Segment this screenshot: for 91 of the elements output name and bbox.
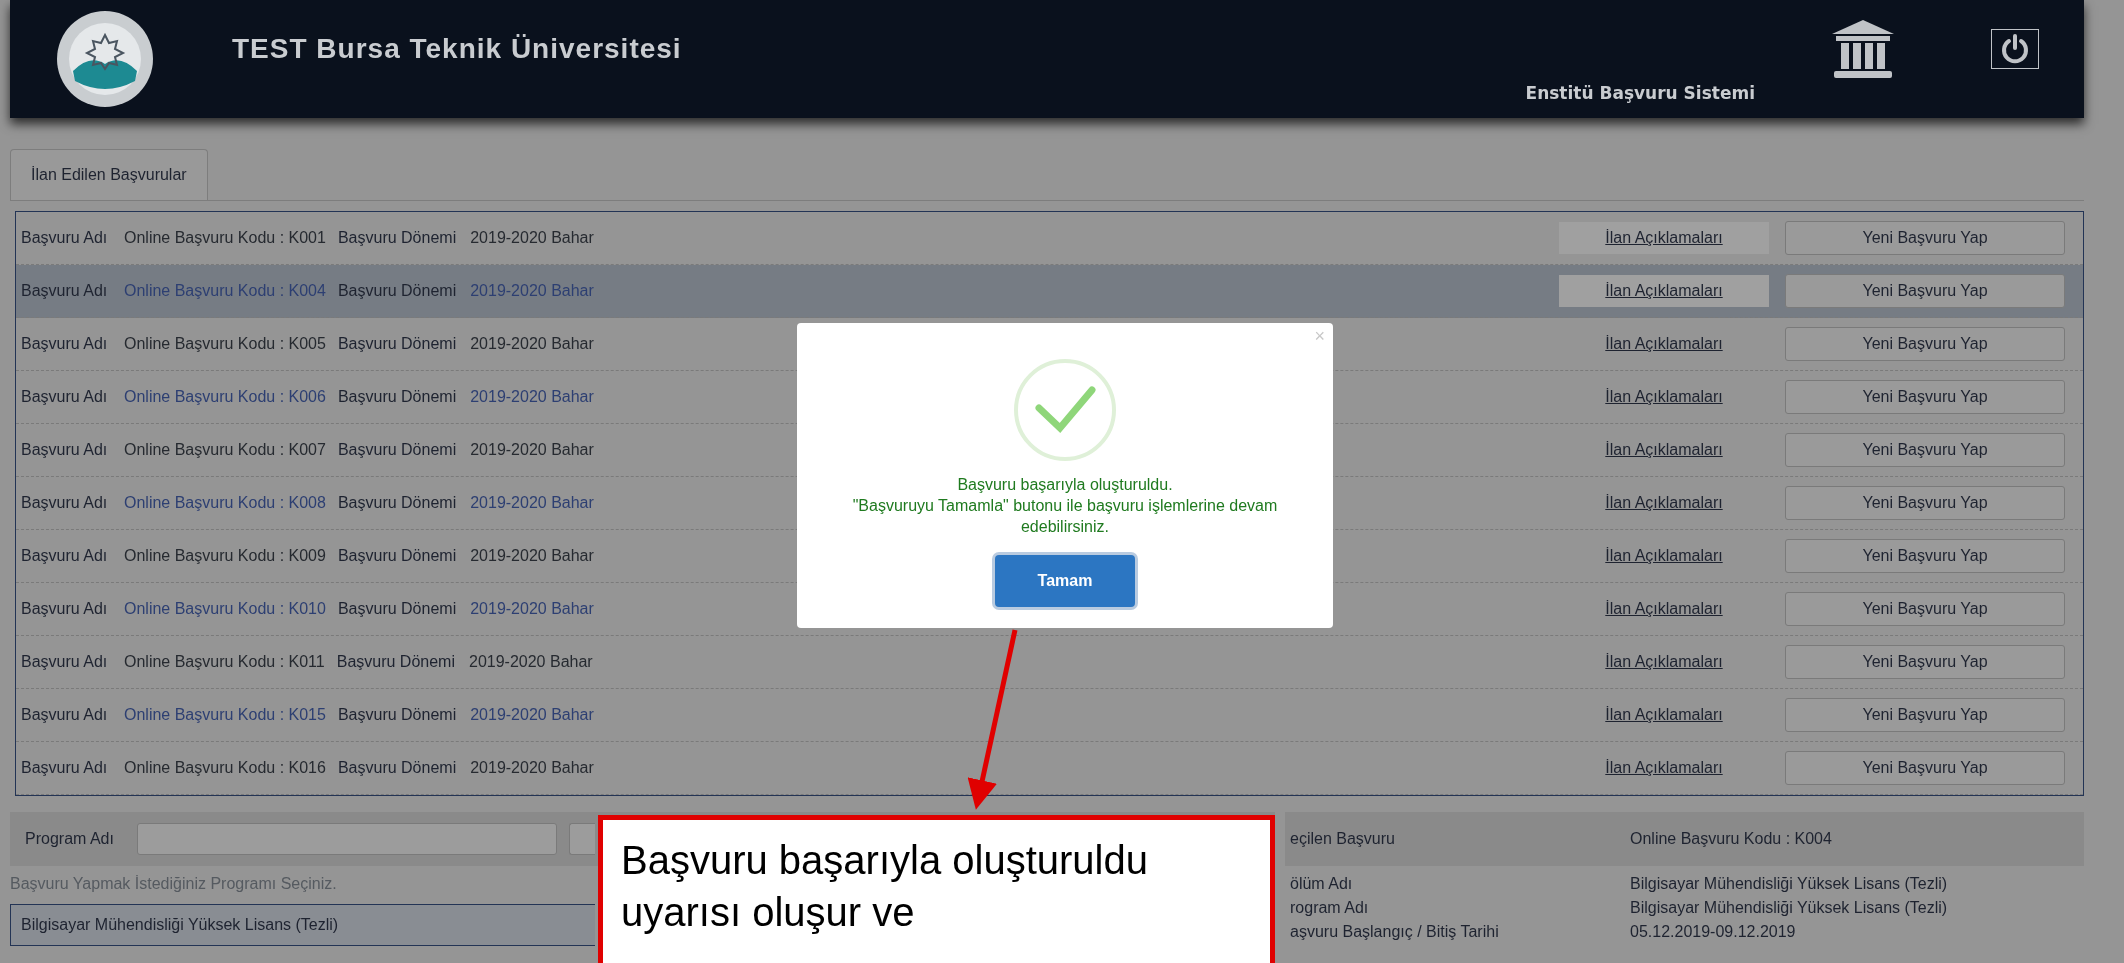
new-application-button[interactable]: Yeni Başvuru Yap (1785, 274, 2065, 308)
system-subtitle: Enstitü Başvuru Sistemi (1525, 81, 1755, 105)
announcement-link[interactable]: İlan Açıklamaları (1559, 381, 1769, 413)
program-hint: Başvuru Yapmak İstediğiniz Programı Seçiniz. (10, 874, 338, 894)
new-application-button[interactable]: Yeni Başvuru Yap (1785, 327, 2065, 361)
power-button[interactable] (1991, 29, 2039, 69)
period-value: 2019-2020 Bahar (470, 440, 594, 460)
new-application-button[interactable]: Yeni Başvuru Yap (1785, 645, 2065, 679)
field-label: aşvuru Başlangıç / Bitiş Tarihi (1290, 922, 1500, 942)
site-title: TEST Bursa Teknik Üniversitesi (232, 32, 682, 66)
name-label: Başvuru Adı (21, 652, 109, 672)
program-name-field[interactable] (137, 823, 557, 855)
field-value: Bilgisayar Mühendisliği Yüksek Lisans (Tezli) (1630, 898, 1948, 918)
callout-text: Başvuru başarıyla oluşturuldu (621, 837, 1148, 884)
name-label: Başvuru Adı (21, 440, 109, 460)
program-list-item[interactable]: Bilgisayar Mühendisliği Yüksek Lisans (Tezli) (11, 905, 595, 945)
period-label: Başvuru Dönemi (337, 599, 457, 619)
announcement-link[interactable]: İlan Açıklamaları (1559, 646, 1769, 678)
application-code: Online Başvuru Kodu : K010 (124, 599, 326, 619)
application-code: Online Başvuru Kodu : K005 (124, 334, 326, 354)
name-label: Başvuru Adı (21, 334, 109, 354)
new-application-button[interactable]: Yeni Başvuru Yap (1785, 221, 2065, 255)
period-value: 2019-2020 Bahar (470, 758, 594, 778)
period-value: 2019-2020 Bahar (470, 546, 594, 566)
period-label: Başvuru Dönemi (337, 493, 457, 513)
period-label: Başvuru Dönemi (337, 281, 457, 301)
application-code: Online Başvuru Kodu : K015 (124, 705, 326, 725)
new-application-button[interactable]: Yeni Başvuru Yap (1785, 592, 2065, 626)
field-label: ölüm Adı (1290, 874, 1354, 894)
new-application-button[interactable]: Yeni Başvuru Yap (1785, 751, 2065, 785)
period-label: Başvuru Dönemi (337, 387, 457, 407)
institution-building-icon (1830, 18, 1896, 80)
name-label: Başvuru Adı (21, 228, 109, 248)
application-code: Online Başvuru Kodu : K004 (124, 281, 326, 301)
announcement-link[interactable]: İlan Açıklamaları (1559, 434, 1769, 466)
program-name-label: Program Adı (25, 829, 115, 849)
name-label: Başvuru Adı (21, 599, 109, 619)
university-logo-icon (55, 9, 155, 109)
announcement-link[interactable]: İlan Açıklamaları (1559, 540, 1769, 572)
announcement-link[interactable]: İlan Açıklamaları (1559, 699, 1769, 731)
new-application-button[interactable]: Yeni Başvuru Yap (1785, 539, 2065, 573)
application-code: Online Başvuru Kodu : K006 (124, 387, 326, 407)
application-row[interactable]: Başvuru Adı Online Başvuru Kodu : K004 Başvuru Dönemi 2019-2020 Bahar İlan Açıklamaları Yeni Başvuru Yap (16, 265, 2083, 318)
application-code: Online Başvuru Kodu : K001 (124, 228, 326, 248)
period-value: 2019-2020 Bahar (470, 493, 594, 513)
period-value: 2019-2020 Bahar (470, 281, 594, 301)
announcement-link[interactable]: İlan Açıklamaları (1559, 487, 1769, 519)
period-label: Başvuru Dönemi (337, 440, 457, 460)
announcement-link[interactable]: İlan Açıklamaları (1559, 222, 1769, 254)
period-label: Başvuru Dönemi (337, 546, 457, 566)
application-code: Online Başvuru Kodu : K008 (124, 493, 326, 513)
announcement-link[interactable]: İlan Açıklamaları (1559, 275, 1769, 307)
name-label: Başvuru Adı (21, 758, 109, 778)
program-filter-field[interactable] (569, 823, 595, 855)
new-application-button[interactable]: Yeni Başvuru Yap (1785, 433, 2065, 467)
period-label: Başvuru Dönemi (337, 228, 457, 248)
power-icon (2000, 34, 2030, 64)
selected-application-code: Online Başvuru Kodu : K004 (1630, 829, 1832, 849)
announcement-link[interactable]: İlan Açıklamaları (1559, 328, 1769, 360)
period-value: 2019-2020 Bahar (470, 387, 594, 407)
period-label: Başvuru Dönemi (337, 758, 457, 778)
field-value: Bilgisayar Mühendisliği Yüksek Lisans (Tezli) (1630, 874, 1948, 894)
tab[interactable]: İlan Edilen Başvurular (10, 149, 208, 200)
application-code: Online Başvuru Kodu : K016 (124, 758, 326, 778)
period-label: Başvuru Dönemi (336, 652, 455, 672)
name-label: Başvuru Adı (21, 705, 109, 725)
period-value: 2019-2020 Bahar (469, 652, 593, 672)
selected-panel-title: eçilen Başvuru (1290, 829, 1396, 849)
period-value: 2019-2020 Bahar (470, 705, 594, 725)
application-code: Online Başvuru Kodu : K009 (124, 546, 326, 566)
application-code: Online Başvuru Kodu : K011 (124, 652, 325, 672)
new-application-button[interactable]: Yeni Başvuru Yap (1785, 486, 2065, 520)
callout-text: uyarısı oluşur ve (621, 889, 915, 936)
success-check-icon (1013, 358, 1117, 462)
application-code: Online Başvuru Kodu : K007 (124, 440, 326, 460)
period-value: 2019-2020 Bahar (470, 334, 594, 354)
name-label: Başvuru Adı (21, 493, 109, 513)
announcement-link[interactable]: İlan Açıklamaları (1559, 593, 1769, 625)
field-value: 05.12.2019-09.12.2019 (1630, 922, 1796, 942)
ok-button[interactable]: Tamam (995, 555, 1135, 607)
new-application-button[interactable]: Yeni Başvuru Yap (1785, 698, 2065, 732)
period-value: 2019-2020 Bahar (470, 228, 594, 248)
period-label: Başvuru Dönemi (337, 705, 457, 725)
field-label: rogram Adı (1290, 898, 1370, 918)
name-label: Başvuru Adı (21, 281, 109, 301)
name-label: Başvuru Adı (21, 387, 109, 407)
announcement-link[interactable]: İlan Açıklamaları (1559, 752, 1769, 784)
name-label: Başvuru Adı (21, 546, 109, 566)
period-value: 2019-2020 Bahar (470, 599, 594, 619)
new-application-button[interactable]: Yeni Başvuru Yap (1785, 380, 2065, 414)
period-label: Başvuru Dönemi (337, 334, 457, 354)
